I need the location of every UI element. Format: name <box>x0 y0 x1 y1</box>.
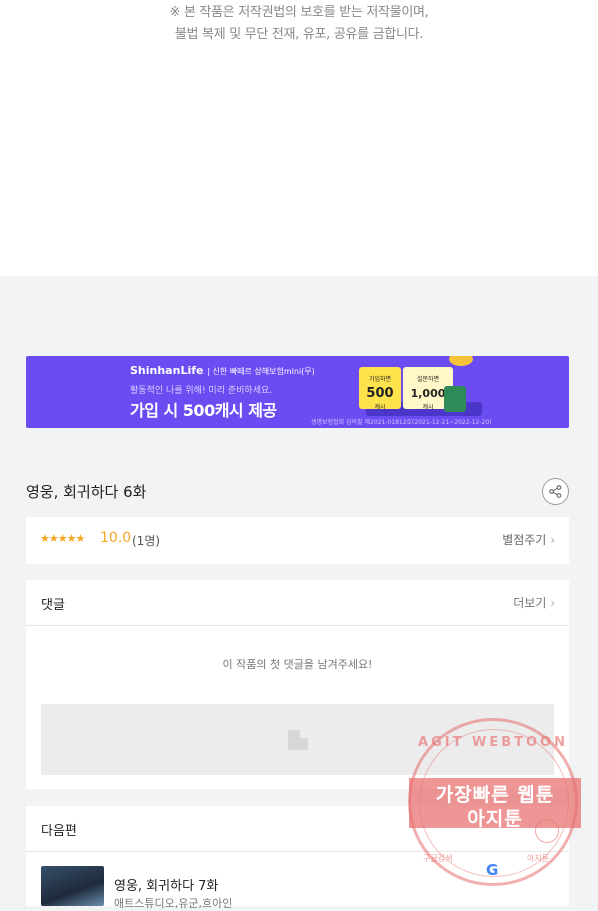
stamp-band: 가장빠른 웹툰 아지툰 <box>409 778 581 830</box>
banner-fine-print: 생명보험협회 심의필 제2021-01812호(2021-12-21~2022-… <box>311 419 492 426</box>
share-button[interactable] <box>542 478 569 505</box>
content-area: ※ 본 작품은 저작권법의 보호를 받는 저작물이며, 불법 복제 및 무단 전… <box>0 0 598 276</box>
coin-icon <box>449 356 473 366</box>
chevron-right-icon: › <box>550 596 555 610</box>
share-icon <box>549 485 562 498</box>
banner-brand: ShinhanLife | 신한 빠떼르 상해보험mini(무) <box>130 364 315 377</box>
rate-button[interactable]: 별점주기 › <box>502 531 555 548</box>
stamp-line2: 아지툰 <box>467 808 523 830</box>
watermark-stamp: AGIT WEBTOON 가장빠른 웹툰 아지툰 구글검색 G 아지툰 <box>408 718 581 886</box>
banner-subtitle: 활동적인 나를 위해! 미리 준비하세요. <box>130 386 273 396</box>
google-icon: G <box>486 861 499 879</box>
copyright-notice-line2: 불법 복제 및 무단 전재, 유포, 공유를 금합니다. <box>174 27 424 42</box>
chevron-right-icon: › <box>550 533 555 547</box>
stamp-top-text: AGIT WEBTOON <box>418 735 568 750</box>
next-episode-title[interactable]: 영웅, 회귀하다 7화 <box>114 875 218 894</box>
next-episode-author: 애트스튜디오,유군,흐아인 <box>114 897 233 910</box>
banner-offer-join: 가입하면 500 캐시 <box>359 367 401 411</box>
episode-title: 영웅, 회귀하다 6화 <box>26 483 147 501</box>
rating-count: (1명) <box>132 534 161 548</box>
comment-title: 댓글 <box>41 598 65 613</box>
stamp-line1: 가장빠른 웹툰 <box>435 784 555 806</box>
episode-thumbnail[interactable] <box>41 866 104 906</box>
rating-stars: ★★★★★ <box>40 532 85 545</box>
comments-empty-message: 이 작품의 첫 댓글을 남겨주세요! <box>222 658 373 671</box>
image-placeholder-icon <box>288 730 308 750</box>
stamp-bottom-right: 아지툰 <box>527 854 550 863</box>
cup-icon <box>444 386 466 412</box>
comment-header: 댓글 더보기 › <box>26 580 569 626</box>
stamp-bottom-left: 구글검색 <box>423 854 453 863</box>
rating-score: 10.0 <box>100 530 132 546</box>
copyright-notice-line1: ※ 본 작품은 저작권법의 보호를 받는 저작물이며, <box>169 5 429 20</box>
next-title: 다음편 <box>41 824 77 839</box>
rating-card: ★★★★★ 10.0 (1명) 별점주기 › <box>26 517 569 564</box>
banner-headline: 가입 시 500캐시 제공 <box>130 401 277 420</box>
ad-banner[interactable]: ShinhanLife | 신한 빠떼르 상해보험mini(무) 활동적인 나를… <box>26 356 569 428</box>
comments-more-button[interactable]: 더보기 › <box>513 594 555 611</box>
